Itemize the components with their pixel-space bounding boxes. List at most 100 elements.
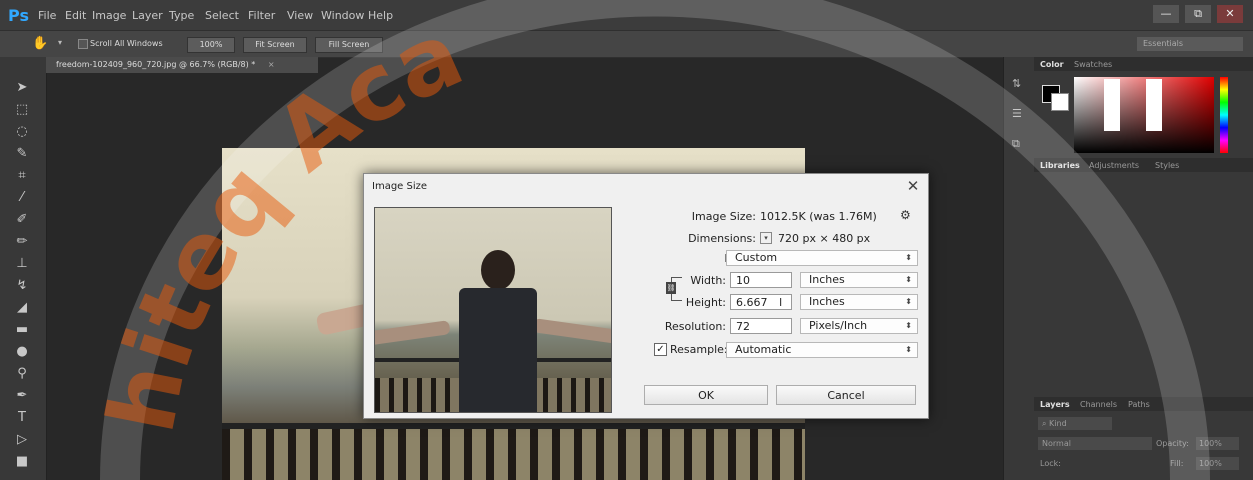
pen-tool-icon[interactable]: ✒ bbox=[10, 387, 34, 405]
fit-to-select[interactable]: Custom ⬍ bbox=[726, 250, 918, 266]
fill-screen-button[interactable]: Fill Screen bbox=[315, 37, 383, 53]
height-value: 6.667 bbox=[736, 296, 768, 309]
tab-styles[interactable]: Styles bbox=[1155, 161, 1179, 170]
tool-preset-arrow-icon[interactable]: ▾ bbox=[58, 38, 62, 47]
window-controls: — ⧉ ✕ bbox=[1153, 5, 1243, 23]
fit-screen-button[interactable]: Fit Screen bbox=[243, 37, 307, 53]
background-color-swatch[interactable] bbox=[1051, 93, 1069, 111]
blend-mode-select[interactable]: Normal bbox=[1038, 437, 1152, 450]
tab-color[interactable]: Color bbox=[1040, 60, 1064, 69]
gradient-tool-icon[interactable]: ▬ bbox=[10, 321, 34, 339]
quick-select-tool-icon[interactable]: ✎ bbox=[10, 145, 34, 163]
preview-right-arm bbox=[532, 318, 611, 344]
preview-body bbox=[459, 288, 537, 412]
opacity-label: Opacity: bbox=[1156, 439, 1189, 448]
menu-select[interactable]: Select bbox=[205, 9, 239, 22]
crop-tool-icon[interactable]: ⌗ bbox=[10, 167, 34, 185]
photo-railing bbox=[222, 429, 805, 480]
properties-panel-icon[interactable]: ☰ bbox=[1012, 107, 1022, 120]
brush-tool-icon[interactable]: ✏ bbox=[10, 233, 34, 251]
preview-head bbox=[481, 250, 515, 290]
move-tool-icon[interactable]: ➤ bbox=[10, 79, 34, 97]
width-unit-select[interactable]: Inches ⬍ bbox=[800, 272, 918, 288]
layer-kind-filter[interactable]: ⌕ Kind bbox=[1038, 417, 1112, 430]
resolution-input[interactable]: 72 bbox=[730, 318, 792, 334]
character-panel-icon[interactable]: ⧉ bbox=[1012, 137, 1020, 151]
dialog-title: Image Size bbox=[372, 181, 428, 192]
healing-brush-tool-icon[interactable]: ✐ bbox=[10, 211, 34, 229]
type-tool-icon[interactable]: T bbox=[10, 409, 34, 427]
search-icon: ⌕ bbox=[1042, 419, 1047, 428]
menu-layer[interactable]: Layer bbox=[132, 9, 163, 22]
menu-bar: Ps File Edit Image Layer Type Select Fil… bbox=[0, 0, 1253, 30]
history-brush-tool-icon[interactable]: ↯ bbox=[10, 277, 34, 295]
color-panel-tabbar bbox=[1034, 57, 1253, 71]
height-label: Height: bbox=[685, 296, 726, 309]
select-arrows-icon: ⬍ bbox=[905, 321, 912, 330]
menu-type[interactable]: Type bbox=[169, 9, 194, 22]
eraser-tool-icon[interactable]: ◢ bbox=[10, 299, 34, 317]
close-document-icon[interactable]: × bbox=[268, 60, 275, 69]
ok-button[interactable]: OK bbox=[644, 385, 768, 405]
eyedropper-tool-icon[interactable]: ⁄ bbox=[10, 189, 34, 207]
gear-icon[interactable]: ⚙ bbox=[900, 208, 911, 222]
preview-left-arm bbox=[375, 320, 451, 346]
scroll-all-label: Scroll All Windows bbox=[90, 39, 163, 48]
tab-layers[interactable]: Layers bbox=[1040, 400, 1070, 409]
tab-channels[interactable]: Channels bbox=[1080, 400, 1117, 409]
tab-adjustments[interactable]: Adjustments bbox=[1089, 161, 1139, 170]
resample-checkbox[interactable]: ✓ bbox=[654, 343, 667, 356]
workspace-select[interactable]: Essentials bbox=[1137, 37, 1243, 51]
opacity-input[interactable]: 100% bbox=[1196, 437, 1239, 450]
height-unit-select[interactable]: Inches ⬍ bbox=[800, 294, 918, 310]
hue-slider[interactable] bbox=[1220, 77, 1228, 153]
color-field-highlight-2 bbox=[1146, 79, 1162, 131]
minimize-button[interactable]: — bbox=[1153, 5, 1179, 23]
zoom-100-button[interactable]: 100% bbox=[187, 37, 235, 53]
color-field-highlight bbox=[1104, 79, 1120, 131]
stamp-tool-icon[interactable]: ⊥ bbox=[10, 255, 34, 273]
document-tab[interactable]: freedom-102409_960_720.jpg @ 66.7% (RGB/… bbox=[46, 57, 318, 73]
restore-button[interactable]: ⧉ bbox=[1185, 5, 1211, 23]
tab-paths[interactable]: Paths bbox=[1128, 400, 1150, 409]
image-size-label: Image Size: bbox=[691, 210, 756, 223]
history-panel-icon[interactable]: ⇅ bbox=[1012, 77, 1021, 90]
image-preview[interactable] bbox=[374, 207, 612, 413]
lasso-tool-icon[interactable]: ◌ bbox=[10, 123, 34, 141]
color-picker-field[interactable] bbox=[1074, 77, 1214, 153]
tab-swatches[interactable]: Swatches bbox=[1074, 60, 1112, 69]
fill-input[interactable]: 100% bbox=[1196, 457, 1239, 470]
height-input[interactable]: 6.667 Ι bbox=[730, 294, 792, 310]
marquee-tool-icon[interactable]: ⬚ bbox=[10, 101, 34, 119]
menu-edit[interactable]: Edit bbox=[65, 9, 86, 22]
blur-tool-icon[interactable]: ● bbox=[10, 343, 34, 361]
resample-value: Automatic bbox=[735, 343, 792, 356]
menu-view[interactable]: View bbox=[287, 9, 313, 22]
menu-window[interactable]: Window bbox=[321, 9, 364, 22]
rectangle-tool-icon[interactable]: ■ bbox=[10, 453, 34, 471]
menu-image[interactable]: Image bbox=[92, 9, 126, 22]
photoshop-logo: Ps bbox=[8, 6, 29, 25]
dimensions-value: 720 px × 480 px bbox=[778, 232, 871, 245]
dodge-tool-icon[interactable]: ⚲ bbox=[10, 365, 34, 383]
hand-tool-icon[interactable]: ✋ bbox=[32, 36, 48, 51]
path-select-tool-icon[interactable]: ▷ bbox=[10, 431, 34, 449]
select-arrows-icon: ⬍ bbox=[905, 345, 912, 354]
resample-select[interactable]: Automatic ⬍ bbox=[726, 342, 918, 358]
width-input[interactable]: 10 bbox=[730, 272, 792, 288]
menu-filter[interactable]: Filter bbox=[248, 9, 275, 22]
text-cursor-icon: Ι bbox=[779, 296, 783, 309]
dimensions-unit-dropdown-icon[interactable]: ▾ bbox=[760, 232, 772, 244]
dimensions-label: Dimensions: bbox=[688, 232, 756, 245]
cancel-button[interactable]: Cancel bbox=[776, 385, 916, 405]
options-bar: ✋ ▾ Scroll All Windows 100% Fit Screen F… bbox=[0, 30, 1253, 58]
scroll-all-checkbox[interactable] bbox=[78, 39, 88, 49]
tab-libraries[interactable]: Libraries bbox=[1040, 161, 1080, 170]
menu-file[interactable]: File bbox=[38, 9, 56, 22]
menu-help[interactable]: Help bbox=[368, 9, 393, 22]
resolution-unit-select[interactable]: Pixels/Inch ⬍ bbox=[800, 318, 918, 334]
document-title: freedom-102409_960_720.jpg @ 66.7% (RGB/… bbox=[56, 60, 256, 69]
panel-icon-strip: ⇅ ☰ ⧉ bbox=[1003, 57, 1035, 480]
close-icon[interactable]: ✕ bbox=[904, 177, 922, 195]
close-window-button[interactable]: ✕ bbox=[1217, 5, 1243, 23]
